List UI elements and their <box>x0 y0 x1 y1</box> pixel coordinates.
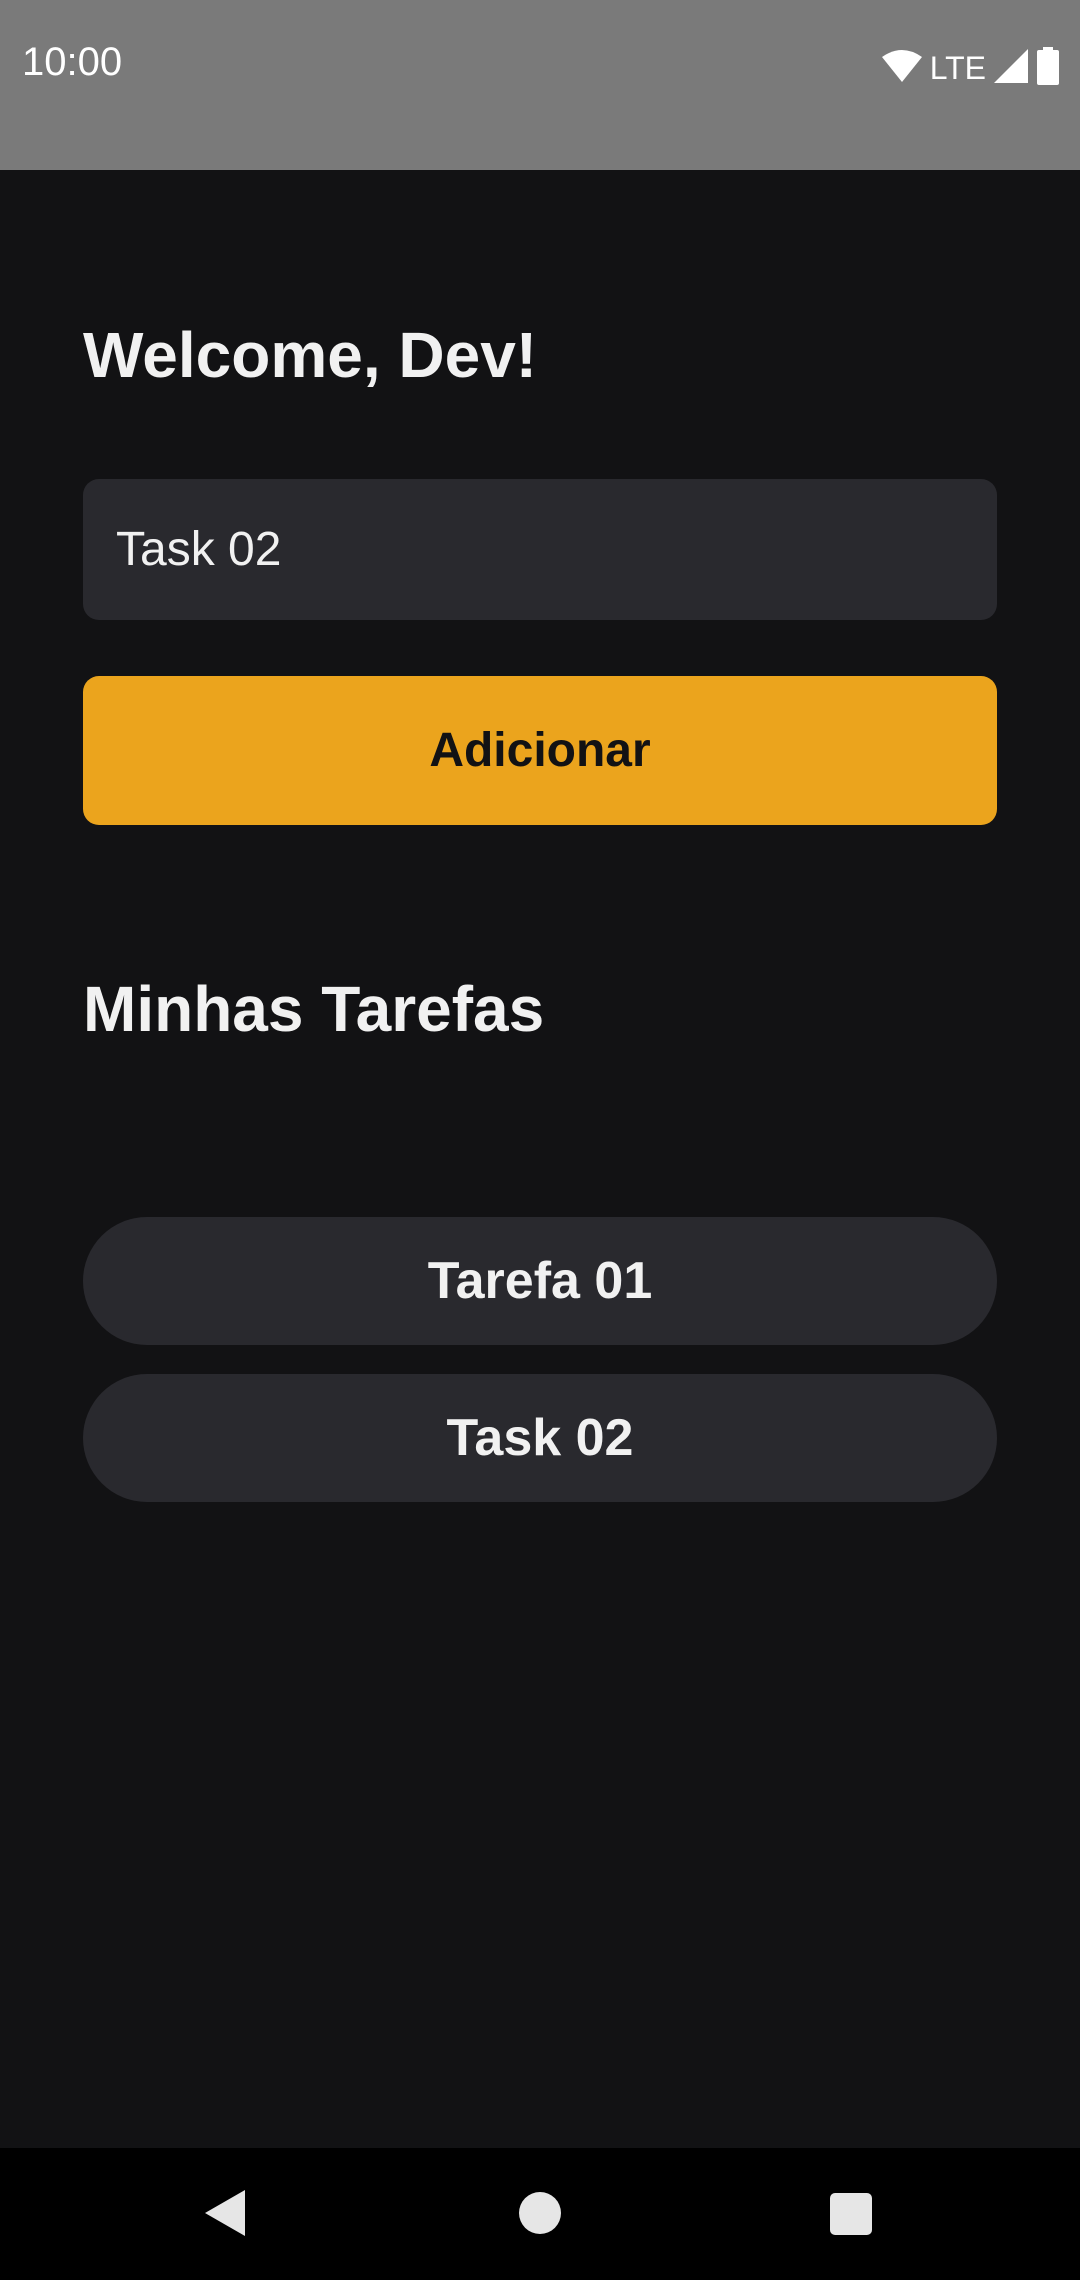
add-task-button[interactable]: Adicionar <box>83 676 997 825</box>
home-icon[interactable] <box>519 2192 561 2234</box>
battery-icon <box>1036 46 1060 90</box>
tasks-section-title: Minhas Tarefas <box>83 973 545 1045</box>
app-screen: 10:00 LTE Welcome, Dev! Adicion <box>0 0 1080 2280</box>
task-list: Tarefa 01 Task 02 <box>83 1217 997 1531</box>
recents-icon[interactable] <box>830 2193 872 2235</box>
task-item[interactable]: Tarefa 01 <box>83 1217 997 1345</box>
status-icons: LTE <box>881 46 1060 90</box>
back-icon[interactable] <box>205 2190 247 2241</box>
wifi-icon <box>881 49 922 88</box>
welcome-heading: Welcome, Dev! <box>83 319 538 391</box>
signal-icon <box>994 48 1028 88</box>
task-input[interactable] <box>83 479 997 620</box>
network-type: LTE <box>929 49 986 86</box>
navigation-bar <box>0 2148 1080 2280</box>
task-item[interactable]: Task 02 <box>83 1374 997 1502</box>
status-time: 10:00 <box>22 40 123 84</box>
status-bar: 10:00 LTE <box>0 0 1080 170</box>
